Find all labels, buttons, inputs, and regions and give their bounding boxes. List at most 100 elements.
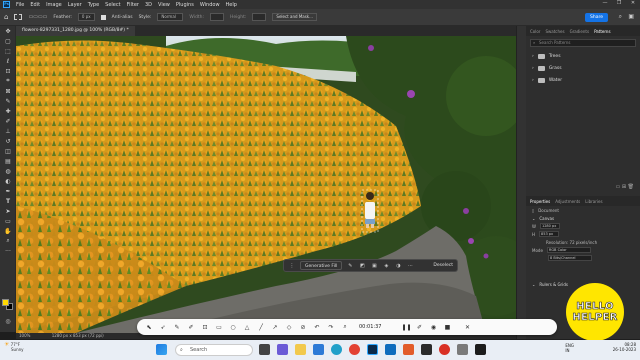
quick-mask-icon[interactable]: ◎ [0,316,16,326]
folder-grass[interactable]: › Grass [526,62,640,74]
pause-icon[interactable]: ❚❚ [401,324,411,331]
app-icon[interactable] [421,344,432,355]
tab-gradients[interactable]: Gradients [570,29,590,34]
mode-select[interactable]: RGB Color [546,247,591,253]
minimize-button[interactable]: — [598,0,612,9]
gradient-tool-icon[interactable]: ▤ [0,156,16,166]
search-icon[interactable]: ⌕ [619,13,622,21]
object-select-tool-icon[interactable]: ⊡ [0,66,16,76]
canvas-height-input[interactable]: 853 px [539,231,560,237]
mail-icon[interactable] [385,344,396,355]
eraser-icon[interactable]: ◇ [285,324,293,331]
media-icon[interactable] [403,344,414,355]
tab-patterns[interactable]: Patterns [594,29,610,34]
menu-window[interactable]: Window [200,2,220,8]
select-icon[interactable]: ➶ [159,324,167,331]
brush-tool-icon[interactable]: ✐ [0,116,16,126]
tab-adjustments[interactable]: Adjustments [555,199,580,204]
tab-swatches[interactable]: Swatches [545,29,564,34]
blur-tool-icon[interactable]: ◍ [0,166,16,176]
chevron-down-icon[interactable]: ⌄ [532,216,535,221]
bit-depth-select[interactable]: 8 Bits/Channel [548,255,592,261]
menu-layer[interactable]: Layer [68,2,82,8]
feather-input[interactable]: 0 px [77,13,95,21]
menu-plugins[interactable]: Plugins [176,2,194,8]
text-icon[interactable]: ⊡ [201,324,209,331]
file-explorer-icon[interactable] [295,344,306,355]
chevron-right-icon[interactable]: › [532,66,534,71]
document-canvas[interactable] [16,36,526,333]
menu-filter[interactable]: Filter [127,2,139,8]
store-icon[interactable] [313,344,324,355]
deselect-button[interactable]: Deselect [433,263,453,268]
marquee-tool-icon[interactable] [14,14,23,20]
canvas-width-input[interactable]: 1280 px [539,223,560,229]
workspace-icon[interactable]: ▣ [628,13,634,20]
home-icon[interactable]: ⌂ [4,13,8,21]
zoom-icon[interactable]: ⌕ [341,323,349,331]
artboard-tool-icon[interactable]: ▢ [0,36,16,46]
highlighter-icon[interactable]: ✐ [187,324,195,331]
menu-3d[interactable]: 3D [145,2,152,8]
document-tab[interactable]: flowers-8297331_1280.jpg @ 100% (RGB/8#)… [16,26,135,36]
drag-handle-icon[interactable]: ⋮ [288,263,296,269]
more-options-icon[interactable]: ··· [406,263,414,269]
chat-icon[interactable] [277,344,288,355]
rectangle-icon[interactable]: ▭ [215,324,223,331]
modify-selection-icon[interactable]: ✎ [346,263,354,269]
pen-icon[interactable]: ✎ [173,324,181,331]
healing-brush-icon[interactable]: ✚ [0,106,16,116]
triangle-icon[interactable]: △ [243,324,251,331]
menu-view[interactable]: View [158,2,170,8]
windows-start-icon[interactable] [156,344,167,355]
patterns-search-input[interactable]: ⌕ Search Patterns [530,39,636,47]
maximize-button[interactable]: ❐ [612,0,626,9]
style-select[interactable]: Normal [157,13,184,21]
crop-tool-icon[interactable]: ⌗ [0,76,16,86]
chevron-down-icon[interactable]: ⌄ [532,282,535,287]
more-tools-icon[interactable]: ··· [0,246,16,256]
path-select-icon[interactable]: ➤ [0,206,16,216]
dodge-tool-icon[interactable]: ◐ [0,176,16,186]
clone-stamp-icon[interactable]: ⊥ [0,126,16,136]
menu-select[interactable]: Select [105,2,120,8]
marquee-tool-icon[interactable]: ⬚ [0,46,16,56]
adjustment-icon[interactable]: ◑ [394,263,402,269]
photoshop-taskbar-icon[interactable] [367,344,378,355]
zoom-level[interactable]: 100% [19,333,30,338]
chevron-right-icon[interactable]: › [532,54,534,59]
undo-icon[interactable]: ↶ [313,324,321,331]
close-icon[interactable]: ✕ [463,324,471,331]
line-icon[interactable]: ╱ [257,324,265,331]
fill-icon[interactable]: ◈ [382,263,390,269]
folder-trees[interactable]: › Trees [526,50,640,62]
trash-icon[interactable]: 🗑 [628,184,634,190]
chevron-right-icon[interactable]: › [532,78,534,83]
width-input[interactable] [210,13,224,21]
lasso-tool-icon[interactable]: ℓ [0,56,16,66]
clear-icon[interactable]: ⊘ [299,324,307,331]
shape-tool-icon[interactable]: ▭ [0,216,16,226]
frame-tool-icon[interactable]: ⊠ [0,86,16,96]
selection-mode-icon[interactable]: ▭▭▭▭ [28,14,47,20]
clock[interactable]: 08:28 26-10-2023 [613,342,636,352]
history-brush-icon[interactable]: ↺ [0,136,16,146]
settings-icon[interactable] [457,344,468,355]
menu-file[interactable]: File [16,2,24,8]
weather-widget[interactable]: ☀ 77°F Sunny [4,342,24,353]
hand-tool-icon[interactable]: ✋ [0,226,16,236]
menu-edit[interactable]: Edit [30,2,40,8]
tab-libraries[interactable]: Libraries [585,199,602,204]
circle-icon[interactable]: ○ [229,324,237,331]
recorder-app-icon[interactable] [439,344,450,355]
menu-type[interactable]: Type [88,2,99,8]
arrow-icon[interactable]: ↗ [271,324,279,331]
terminal-icon[interactable] [475,344,486,355]
pointer-icon[interactable]: ⬉ [145,324,153,331]
move-tool-icon[interactable]: ✥ [0,26,16,36]
select-and-mask-button[interactable]: Select and Mask... [272,13,317,21]
tab-properties[interactable]: Properties [530,199,550,204]
close-button[interactable]: ✕ [626,0,640,9]
new-folder-icon[interactable]: ▭ [616,184,621,190]
redo-icon[interactable]: ↷ [327,324,335,331]
